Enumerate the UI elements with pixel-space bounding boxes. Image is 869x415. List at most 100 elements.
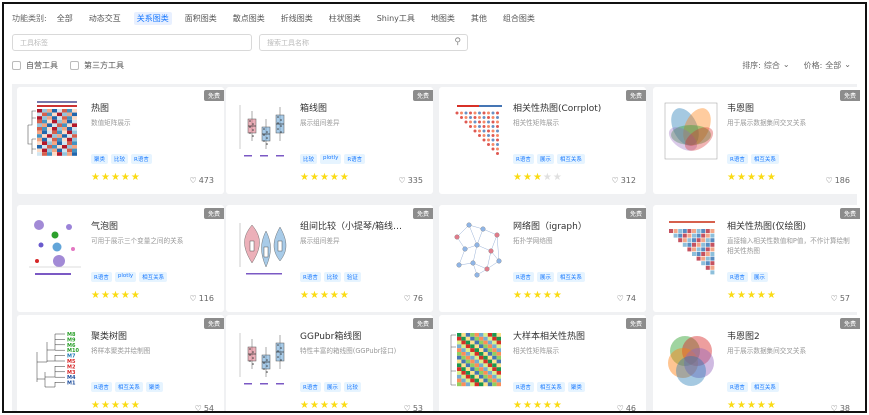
tool-tag[interactable]: 展示 bbox=[323, 382, 341, 392]
heart-icon[interactable]: ♡ bbox=[404, 404, 411, 411]
sort-select[interactable]: 综合 bbox=[764, 60, 780, 71]
tool-tag[interactable]: 聚类 bbox=[567, 382, 585, 392]
tool-card[interactable]: 免费 网络图（igraph） 拓扑学网络图 R语言 展示 相互关系 ★ ★ ★ ★ ★ ♡ 74 bbox=[439, 205, 646, 312]
tool-tag[interactable]: 相互关系 bbox=[750, 382, 779, 392]
tool-card[interactable]: 免费 相关性热图(仅绘图) 直接输入相关性数值和P值，不作计算绘制相关性热图 R语言展… bbox=[653, 205, 860, 312]
tool-tag[interactable]: 展示 bbox=[536, 154, 554, 164]
checkbox-box[interactable] bbox=[70, 61, 79, 70]
tool-tag[interactable]: R语言 bbox=[513, 272, 534, 282]
like-counter[interactable]: ♡ 76 bbox=[404, 294, 423, 303]
large-corr-heatmap-thumbnail[interactable] bbox=[447, 327, 507, 391]
tool-tag[interactable]: 相互关系 bbox=[750, 154, 779, 164]
heart-icon[interactable]: ♡ bbox=[826, 176, 833, 185]
tool-card[interactable]: 免费 箱线图 展示组间差异 比较 plotly R语言 ★ ★ ★ ★ ★ ♡ 335 bbox=[226, 87, 433, 194]
tool-tag[interactable]: 比较 bbox=[300, 154, 318, 164]
heart-icon[interactable]: ♡ bbox=[399, 176, 406, 185]
like-counter[interactable]: ♡ 57 bbox=[831, 294, 850, 303]
tool-tag[interactable]: R语言 bbox=[300, 272, 321, 282]
tool-tag[interactable]: 相互关系 bbox=[556, 272, 585, 282]
tool-title[interactable]: 相关性热图(Corrplot) bbox=[513, 101, 620, 114]
dendrogram-thumbnail[interactable]: M8 M9 M6 M10 M7 M5 M2 M3 M4 M1 bbox=[25, 327, 85, 391]
corr-heatmap-thumbnail[interactable] bbox=[661, 217, 721, 281]
tool-tag[interactable]: 相互关系 bbox=[114, 382, 143, 392]
heart-icon[interactable]: ♡ bbox=[612, 176, 619, 185]
heart-icon[interactable]: ♡ bbox=[195, 404, 202, 411]
like-counter[interactable]: ♡ 38 bbox=[831, 404, 850, 411]
tool-card[interactable]: 免费 GGPubr箱线图 特性丰富的箱线图(GGPubr接口) R语言 展示 比较 ★ ★ ★ ★… bbox=[226, 315, 433, 411]
search-icon[interactable]: ⚲ bbox=[454, 37, 461, 47]
tool-tag[interactable]: R语言 bbox=[91, 272, 112, 282]
like-counter[interactable]: ♡ 312 bbox=[612, 176, 636, 185]
heart-icon[interactable]: ♡ bbox=[404, 294, 411, 303]
tool-title[interactable]: GGPubr箱线图 bbox=[300, 329, 407, 342]
tool-tag[interactable]: plotly bbox=[320, 154, 342, 164]
tool-title[interactable]: 相关性热图(仅绘图) bbox=[727, 219, 834, 232]
tool-card[interactable]: 免费 韦恩图 用于展示数据集间交叉关系 R语言 相互关系 ★ ★ ★ ★ ★ ♡ 186 bbox=[653, 87, 860, 194]
tool-title[interactable]: 箱线图 bbox=[300, 101, 407, 114]
tool-title[interactable]: 韦恩图2 bbox=[727, 329, 834, 342]
category-combo[interactable]: 组合图类 bbox=[500, 12, 538, 25]
like-counter[interactable]: ♡ 53 bbox=[404, 404, 423, 411]
ggpubr-boxplot-thumbnail[interactable] bbox=[234, 327, 294, 391]
tool-tag[interactable]: 相互关系 bbox=[139, 272, 168, 282]
heart-icon[interactable]: ♡ bbox=[190, 176, 197, 185]
price-select[interactable]: 全部 bbox=[825, 60, 841, 71]
tool-card[interactable]: 免费 大样本相关性热图 相关性矩阵展示 R语言 相互关系 聚类 ★ ★ ★ ★ ★ ♡ 46 bbox=[439, 315, 646, 411]
tool-title[interactable]: 大样本相关性热图 bbox=[513, 329, 620, 342]
category-dynamic[interactable]: 动态交互 bbox=[86, 12, 124, 25]
tool-name-search-input[interactable]: 搜索工具名称 ⚲ bbox=[259, 34, 468, 51]
tool-tag[interactable]: 展示 bbox=[750, 272, 768, 282]
category-shiny[interactable]: Shiny工具 bbox=[374, 12, 418, 25]
tool-tag[interactable]: plotly bbox=[114, 272, 137, 282]
heart-icon[interactable]: ♡ bbox=[617, 294, 624, 303]
tool-tag[interactable]: 相互关系 bbox=[556, 154, 585, 164]
tool-title[interactable]: 组间比较（小提琴/箱线图）统计… bbox=[300, 219, 407, 232]
category-area[interactable]: 面积图类 bbox=[182, 12, 220, 25]
tool-tag[interactable]: 比较 bbox=[343, 382, 361, 392]
category-bar[interactable]: 柱状图类 bbox=[326, 12, 364, 25]
self-operated-checkbox[interactable]: 自营工具 bbox=[12, 60, 58, 71]
tool-card[interactable]: 免费 韦恩图2 用于展示数据集间交叉关系 R语言 相互关系 ★ ★ ★ ★ ★ ♡ 38 bbox=[653, 315, 860, 411]
heart-icon[interactable]: ♡ bbox=[831, 294, 838, 303]
tool-tag[interactable]: 聚类 bbox=[145, 382, 163, 392]
corrplot-thumbnail[interactable] bbox=[447, 99, 507, 163]
tool-card[interactable]: 免费 M8 M9 M6 M10 M7 M5 M2 M3 M4 M1 聚类树图 将样本聚类并绘制图 R语言相… bbox=[17, 315, 224, 411]
chevron-down-icon[interactable]: ⌄ bbox=[783, 60, 790, 71]
tool-title[interactable]: 韦恩图 bbox=[727, 101, 834, 114]
category-other[interactable]: 其他 bbox=[468, 12, 490, 25]
like-counter[interactable]: ♡ 335 bbox=[399, 176, 423, 185]
like-counter[interactable]: ♡ 473 bbox=[190, 176, 214, 185]
like-counter[interactable]: ♡ 116 bbox=[190, 294, 214, 303]
tool-tag[interactable]: R语言 bbox=[727, 382, 748, 392]
heart-icon[interactable]: ♡ bbox=[190, 294, 197, 303]
tool-tag[interactable]: 比较 bbox=[323, 272, 341, 282]
checkbox-box[interactable] bbox=[12, 61, 21, 70]
like-counter[interactable]: ♡ 54 bbox=[195, 404, 214, 411]
tool-tag[interactable]: 展示 bbox=[536, 272, 554, 282]
venn-thumbnail[interactable] bbox=[661, 99, 721, 163]
heart-icon[interactable]: ♡ bbox=[831, 404, 838, 411]
tool-tag[interactable]: R语言 bbox=[513, 382, 534, 392]
tool-title[interactable]: 聚类树图 bbox=[91, 329, 198, 342]
like-counter[interactable]: ♡ 74 bbox=[617, 294, 636, 303]
tool-tag[interactable]: 相互关系 bbox=[536, 382, 565, 392]
tool-tag[interactable]: R语言 bbox=[131, 154, 152, 164]
tool-tag[interactable]: R语言 bbox=[300, 382, 321, 392]
heart-icon[interactable]: ♡ bbox=[617, 404, 624, 411]
violin-thumbnail[interactable] bbox=[234, 217, 294, 281]
tool-title[interactable]: 网络图（igraph） bbox=[513, 219, 620, 232]
boxplot-thumbnail[interactable] bbox=[234, 99, 294, 163]
tool-tag-input[interactable]: 工具标签 bbox=[12, 34, 252, 51]
bubble-thumbnail[interactable] bbox=[25, 217, 85, 281]
tool-tag[interactable]: R语言 bbox=[727, 272, 748, 282]
tool-tag[interactable]: 验证 bbox=[343, 272, 361, 282]
tool-tag[interactable]: R语言 bbox=[91, 382, 112, 392]
tool-title[interactable]: 气泡图 bbox=[91, 219, 198, 232]
tool-tag[interactable]: R语言 bbox=[513, 154, 534, 164]
chevron-down-icon[interactable]: ⌄ bbox=[844, 60, 851, 71]
category-map[interactable]: 地图类 bbox=[428, 12, 458, 25]
tool-card[interactable]: 免费 气泡图 可用于展示三个变量之间的关系 R语言 plotly 相互关系 ★ ★ ★ ★ ★ ♡ 11… bbox=[17, 205, 224, 312]
like-counter[interactable]: ♡ 46 bbox=[617, 404, 636, 411]
tool-card[interactable]: 免费组间比较（小提琴/箱线图）统计…展示组间差异R语言比较验证★★★★★♡76 bbox=[226, 205, 433, 312]
like-counter[interactable]: ♡ 186 bbox=[826, 176, 850, 185]
